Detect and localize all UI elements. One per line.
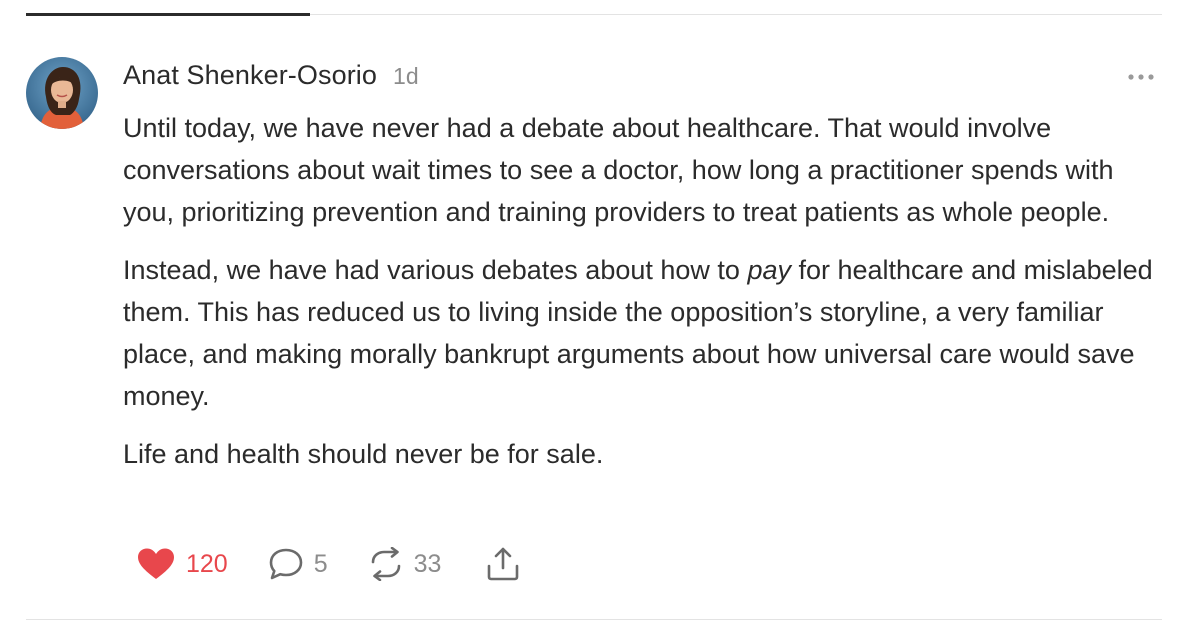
- paragraph-2-emphasis: pay: [747, 255, 791, 285]
- heart-icon: [138, 548, 174, 579]
- divider: [26, 619, 1162, 620]
- paragraph-2: Instead, we have had various debates abo…: [123, 249, 1153, 417]
- share-upload-icon: [488, 547, 519, 581]
- paragraph-3: Life and health should never be for sale…: [123, 439, 604, 469]
- avatar-image: [26, 57, 98, 129]
- active-tab-underline: [26, 13, 310, 16]
- restack-button[interactable]: 33: [368, 547, 442, 581]
- action-bar: 120 5 33: [136, 541, 521, 587]
- restack-count: 33: [413, 549, 442, 578]
- author-name[interactable]: Anat Shenker-Osorio: [123, 60, 377, 91]
- note-body: Until today, we have never had a debate …: [123, 107, 1153, 491]
- like-button[interactable]: 120: [136, 547, 228, 581]
- avatar[interactable]: [26, 57, 98, 129]
- restack-arrows-icon: [371, 547, 400, 581]
- speech-bubble-icon: [269, 548, 303, 580]
- note-header: Anat Shenker-Osorio 1d: [123, 60, 419, 96]
- comment-count: 5: [313, 549, 328, 578]
- paragraph-2-start: Instead, we have had various debates abo…: [123, 255, 748, 285]
- more-options-button[interactable]: [1124, 66, 1158, 88]
- tab-indicator: [26, 13, 1162, 16]
- comment-button[interactable]: 5: [268, 547, 328, 581]
- paragraph-1: Until today, we have never had a debate …: [123, 113, 1114, 227]
- like-count: 120: [186, 549, 228, 578]
- share-button[interactable]: [485, 546, 521, 582]
- ellipsis-icon: [1128, 74, 1154, 80]
- timestamp[interactable]: 1d: [393, 63, 419, 90]
